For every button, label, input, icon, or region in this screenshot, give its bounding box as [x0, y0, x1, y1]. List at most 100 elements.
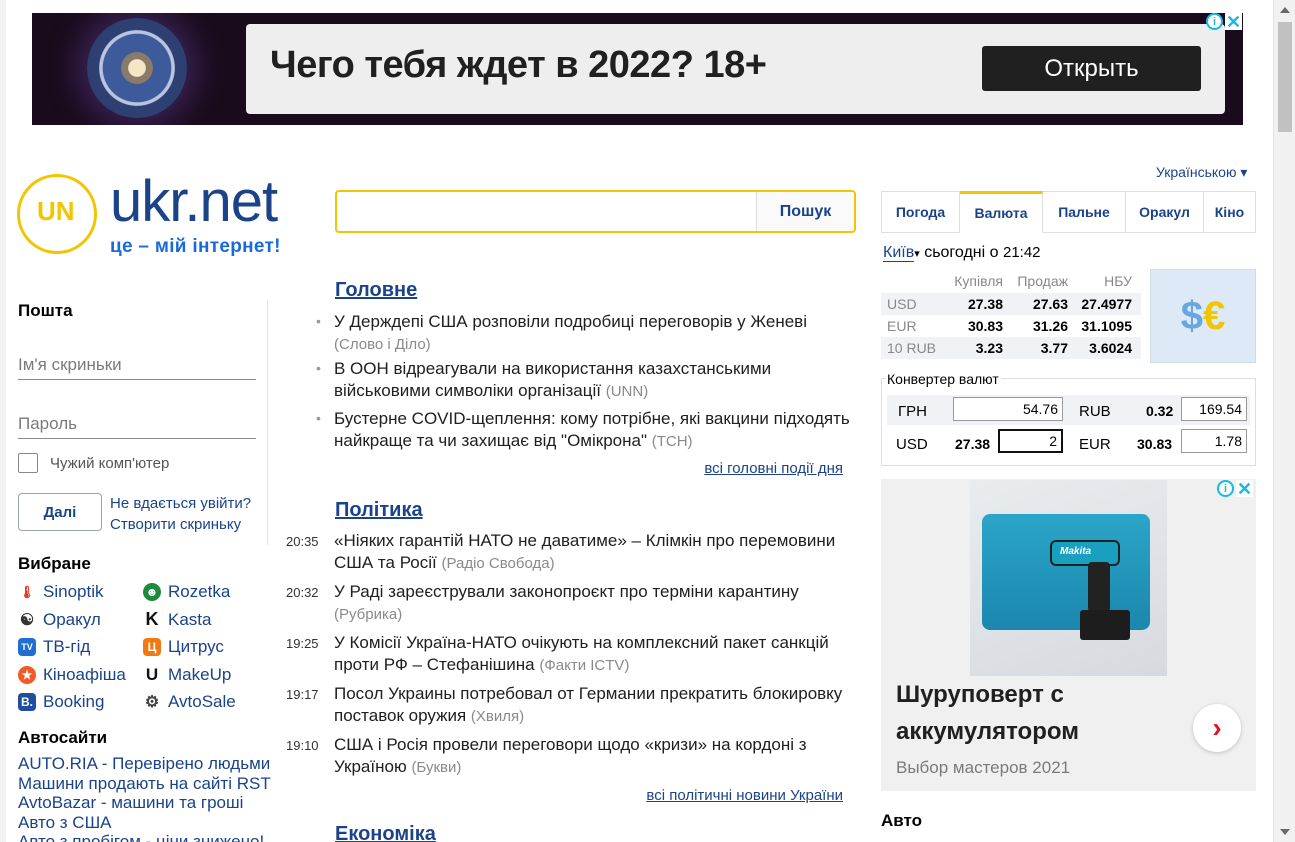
tab-fuel[interactable]: Пальне	[1043, 192, 1126, 232]
news-headline[interactable]: У Раді зареєстрували законопроєкт про те…	[334, 582, 799, 601]
favorite-label: Оракул	[43, 609, 101, 629]
autosite-link[interactable]: AUTO.RIA - Перевірено людьми	[18, 754, 271, 774]
favorite-kinoafisha[interactable]: ★ Кіноафіша	[18, 664, 143, 687]
favorite-label: ТВ-гід	[43, 637, 91, 657]
scrollbar[interactable]	[1273, 0, 1295, 842]
rates-row: USD 27.38 27.63 27.4977	[881, 293, 1141, 315]
usd-amount-input[interactable]	[998, 429, 1063, 453]
ad-close-icon[interactable]: ✕	[1236, 480, 1253, 498]
favorite-avtosale[interactable]: ⚙ AvtoSale	[143, 691, 268, 714]
news-source: (Рубрика)	[334, 605, 403, 623]
drill-handle-shape	[1088, 562, 1110, 612]
side-ad-controls: i ✕	[1217, 480, 1253, 498]
favorites-title: Вибране	[18, 554, 91, 573]
eur-label: EUR	[1079, 436, 1111, 453]
tab-oracle[interactable]: Оракул	[1126, 192, 1204, 232]
news-headline[interactable]: США і Росія провели переговори щодо «кри…	[334, 735, 807, 776]
news-headline[interactable]: Бустерне COVID-щеплення: кому потрібне, …	[334, 409, 850, 450]
favorite-sinoptik[interactable]: 🌡 Sinoptik	[18, 581, 143, 604]
side-ad[interactable]: Makita Шуруповерт с аккумулятором Выбор …	[881, 479, 1256, 791]
currency-code: USD	[887, 296, 917, 312]
autosite-link[interactable]: Машини продають на сайті RST	[18, 774, 271, 794]
news-time: 19:17	[286, 687, 319, 702]
more-main-news-link[interactable]: всі головні події дня	[704, 460, 843, 477]
favorite-rozetka[interactable]: ☻ Rozetka	[143, 581, 268, 604]
create-mailbox-link[interactable]: Створити скриньку	[110, 514, 251, 535]
tab-weather[interactable]: Погода	[882, 192, 960, 232]
favorite-label: Кіноафіша	[43, 664, 126, 684]
rate-buy: 3.23	[975, 340, 1003, 356]
thermometer-icon: 🌡	[19, 585, 35, 600]
logo[interactable]: UN ukr.net це – мій інтернет!	[17, 169, 317, 260]
scroll-up-arrow-icon[interactable]	[1280, 7, 1290, 13]
booking-icon: B.	[18, 693, 36, 712]
autosites-title: Автосайти	[18, 728, 108, 747]
ad-banner[interactable]: Чего тебя ждет в 2022? 18+ Открыть	[32, 13, 1243, 125]
autosite-link[interactable]: Авто з пробігом - ціни знижено!	[18, 832, 271, 842]
password-field[interactable]	[18, 409, 256, 439]
chevron-right-icon[interactable]: ›	[1193, 704, 1241, 752]
scroll-thumb[interactable]	[1278, 22, 1292, 132]
section-economy-title[interactable]: Економіка	[335, 823, 436, 842]
rub-amount-input[interactable]	[1181, 397, 1247, 421]
ad-content-box[interactable]: Чего тебя ждет в 2022? 18+ Открыть	[246, 24, 1225, 114]
uah-label: ГРН	[898, 403, 927, 420]
side-ad-title[interactable]: Шуруповерт с аккумулятором	[896, 676, 1136, 750]
autosite-link[interactable]: AvtoBazar - машини та гроші	[18, 793, 271, 813]
news-source: (Букви)	[411, 758, 462, 776]
favorite-booking[interactable]: B. Booking	[18, 691, 143, 714]
foreign-pc-checkbox[interactable]	[18, 453, 38, 473]
eur-amount-input[interactable]	[1181, 429, 1247, 453]
rub-label: RUB	[1079, 403, 1111, 420]
drill-product-image[interactable]: Makita	[970, 480, 1167, 676]
favorite-orakul[interactable]: ☯ Оракул	[18, 609, 143, 632]
currency-converter: Конвертер валют ГРН RUB 0.32 USD 27.38 E…	[881, 371, 1256, 466]
news-headline[interactable]: «Ніяких гарантій НАТО не даватиме» – Клі…	[334, 531, 835, 572]
bullet-icon: •	[316, 410, 321, 426]
logo-slogan: це – мій інтернет!	[110, 236, 281, 257]
ad-headline[interactable]: Чего тебя ждет в 2022? 18+	[270, 44, 767, 87]
favorite-label: Rozetka	[168, 582, 231, 602]
foreign-pc-row[interactable]: Чужий комп'ютер	[18, 453, 169, 473]
section-main-title[interactable]: Головне	[335, 279, 417, 302]
autosite-link[interactable]: Авто з США	[18, 813, 271, 833]
rate-sell: 3.77	[1040, 340, 1068, 356]
usd-label: USD	[896, 436, 928, 453]
uah-amount-input[interactable]	[953, 397, 1063, 421]
yin-yang-icon: ☯	[19, 611, 35, 629]
rates-col-sell: Продаж	[1017, 273, 1068, 289]
auto-section-title: Авто	[881, 811, 922, 830]
news-headline[interactable]: В ООН відреагували на використання казах…	[334, 359, 771, 400]
city-select[interactable]: Київ	[883, 244, 915, 262]
city-row: Київ▾ сьогодні о 21:42	[883, 244, 1041, 262]
section-politics-title[interactable]: Політика	[335, 499, 423, 522]
favorite-label: AvtoSale	[168, 692, 236, 712]
news-time: 20:32	[286, 585, 319, 600]
search-input[interactable]	[337, 192, 757, 231]
news-headline[interactable]: Посол Украины потребовал от Германии пре…	[334, 684, 842, 725]
cant-login-link[interactable]: Не вдається увійти?	[110, 493, 251, 514]
ad-close-icon[interactable]: ✕	[1225, 13, 1242, 31]
more-politics-news-link[interactable]: всі політичні новини України	[646, 787, 843, 804]
favorite-tv-guide[interactable]: TV ТВ-гід	[18, 636, 143, 659]
tab-currency[interactable]: Валюта	[960, 191, 1043, 233]
makeup-icon: U	[145, 664, 159, 684]
news-source: (Слово і Діло)	[334, 335, 431, 353]
scroll-down-arrow-icon[interactable]	[1280, 829, 1290, 835]
ad-info-icon[interactable]: i	[1217, 480, 1234, 497]
chevron-down-icon[interactable]: ▾	[914, 248, 920, 260]
ad-open-button[interactable]: Открыть	[982, 46, 1201, 91]
currency-symbols-icon: $ €	[1150, 269, 1256, 363]
search-button[interactable]: Пошук	[756, 192, 854, 231]
language-switch[interactable]: Українською ▾	[1156, 164, 1247, 181]
tab-cinema[interactable]: Кіно	[1204, 192, 1255, 232]
mailbox-name-field[interactable]	[18, 350, 256, 380]
favorite-makeup[interactable]: U MakeUp	[143, 664, 268, 687]
next-button[interactable]: Далі	[18, 493, 102, 531]
citrus-icon: Ц	[143, 638, 161, 657]
ad-info-icon[interactable]: i	[1206, 13, 1223, 30]
favorite-kasta[interactable]: K Kasta	[143, 609, 268, 632]
favorite-citrus[interactable]: Ц Цитрус	[143, 636, 268, 659]
news-headline[interactable]: У Держдепі США розповіли подробиці перег…	[334, 312, 807, 331]
currency-code: 10 RUB	[887, 340, 937, 356]
